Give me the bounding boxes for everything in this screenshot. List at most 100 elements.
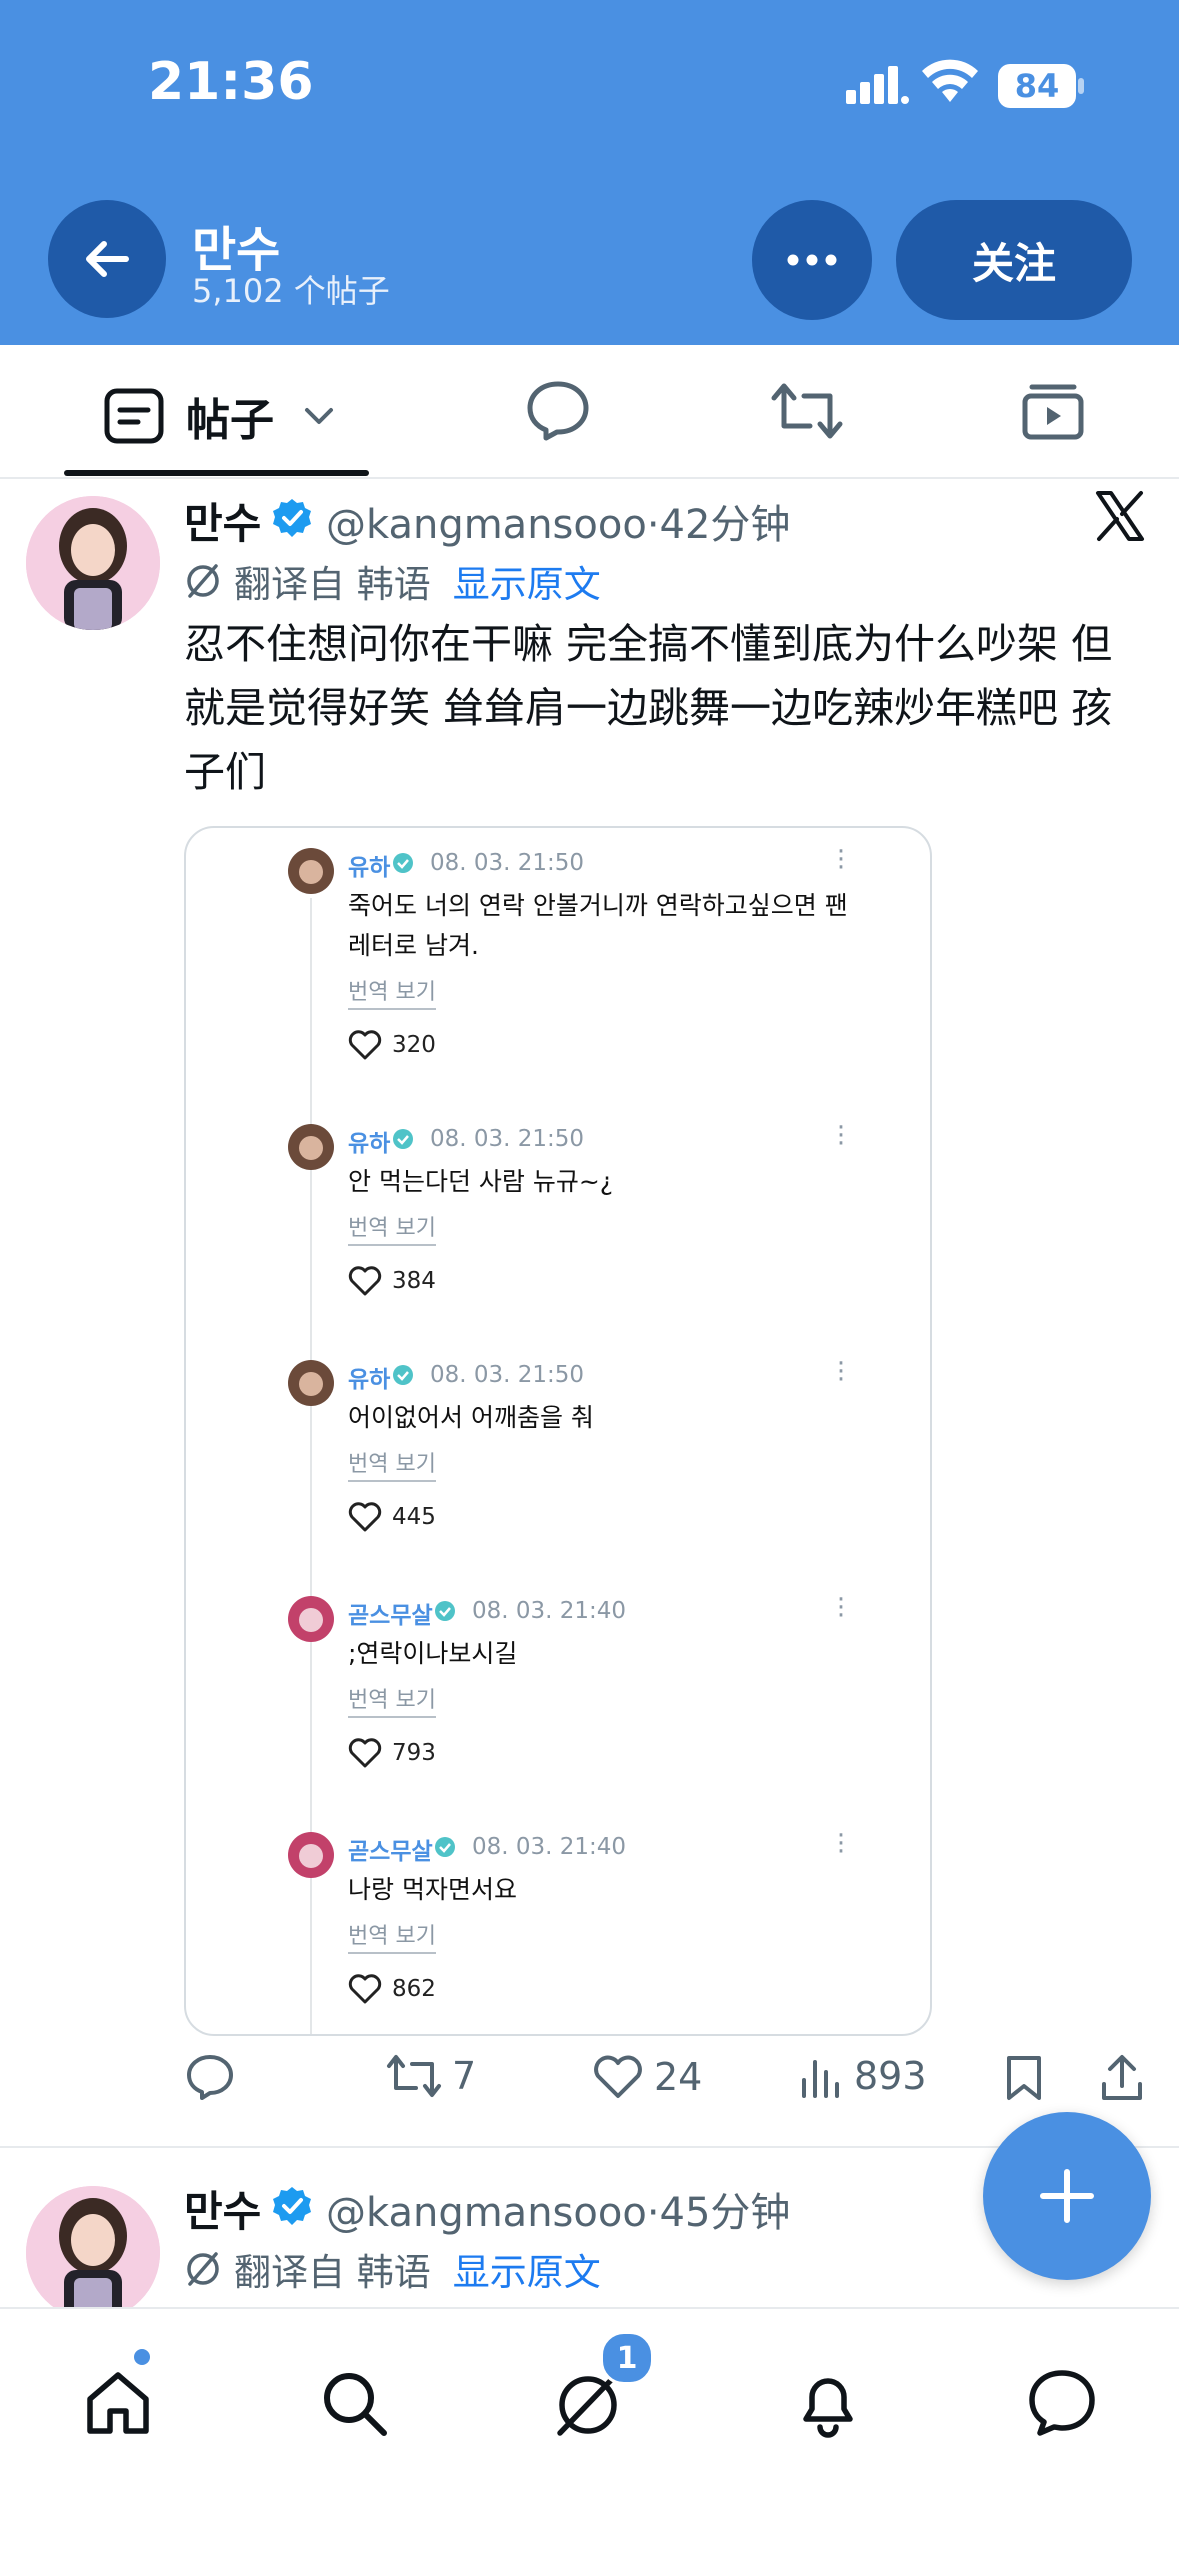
show-original-link[interactable]: 显示原文 — [453, 554, 601, 608]
post-handle: @kangmansooo — [326, 2190, 647, 2236]
more-options-button[interactable] — [752, 200, 872, 320]
share-button[interactable] — [1100, 2054, 1154, 2102]
reply-button[interactable] — [186, 2054, 244, 2100]
post-handle: @kangmansooo — [326, 502, 647, 548]
verified-check-icon — [393, 853, 413, 873]
views-chart-icon — [802, 2060, 839, 2098]
views-button[interactable]: 893 — [800, 2054, 927, 2098]
translation-row: 翻译自 韩语 显示原文 — [184, 554, 601, 608]
battery-icon: 84 — [998, 64, 1076, 108]
tab-posts-label: 帖子 — [186, 395, 274, 446]
avatar-image — [26, 496, 160, 630]
comment-text: 나랑 먹자면서요 — [348, 1875, 517, 1904]
comment-avatar — [288, 848, 334, 894]
post-time: ·45分钟 — [646, 2190, 791, 2236]
comment-item: 유하 08. 03. 21:50 · · · 어이없어서 어깨춤을 춰 번역 보기 … — [186, 1340, 930, 1570]
post-author-name[interactable]: 만수 — [184, 490, 261, 551]
battery-level: 84 — [1014, 67, 1060, 105]
follow-button[interactable]: 关注 — [896, 200, 1132, 320]
comment-username: 곧스무살 — [348, 1603, 433, 1629]
comment-translate-link: 번역 보기 — [348, 1918, 436, 1954]
avatar-image — [26, 2186, 160, 2320]
post-handle-time[interactable]: @kangmansooo·42分钟 — [326, 492, 790, 550]
repost-icon — [387, 2055, 441, 2097]
comment-item: 유하 08. 03. 21:50 · · · 안 먹는다던 사람 뉴규~¿ 번역 보… — [186, 1104, 930, 1334]
verified-badge-icon — [273, 2187, 311, 2225]
comment-like-count: 384 — [392, 1268, 436, 1294]
comment-translate-link: 번역 보기 — [348, 1446, 436, 1482]
heart-icon — [348, 1030, 382, 1060]
cellular-signal-icon — [846, 66, 909, 104]
comment-avatar — [288, 1124, 334, 1170]
plus-icon — [1040, 2169, 1094, 2223]
tab-reposts-icon[interactable] — [770, 382, 844, 440]
tab-media-icon[interactable] — [1022, 382, 1084, 440]
bookmark-button[interactable] — [1004, 2054, 1054, 2102]
share-icon — [1102, 2055, 1142, 2100]
verified-check-icon — [435, 1601, 455, 1621]
comment-username: 유하 — [348, 1131, 391, 1157]
post-author-name[interactable]: 만수 — [184, 2178, 261, 2239]
post-time: ·42分钟 — [646, 502, 791, 548]
comment-like-count: 320 — [392, 1032, 436, 1058]
comment-text: 어이없어서 어깨춤을 춰 — [348, 1403, 594, 1432]
bottom-navigation: 1 — [0, 2307, 1179, 2558]
comment-avatar — [288, 1360, 334, 1406]
search-icon[interactable] — [318, 2367, 390, 2439]
chat-icon[interactable] — [1026, 2367, 1098, 2439]
avatar[interactable] — [26, 2186, 160, 2320]
battery-tip — [1078, 78, 1084, 94]
comment-date: 08. 03. 21:50 — [430, 850, 585, 876]
translated-from-label: 翻译自 韩语 — [234, 2251, 431, 2294]
heart-icon — [348, 1974, 382, 2004]
verified-badge-icon — [273, 499, 311, 537]
comment-more-icon: · · · — [836, 1113, 846, 1159]
comment-like-count: 445 — [392, 1504, 436, 1530]
x-logo-icon — [1096, 491, 1144, 541]
translation-row: 翻译自 韩语 显示原文 — [184, 2242, 601, 2296]
comment-translate-link: 번역 보기 — [348, 1210, 436, 1246]
comment-text: ;연락이나보시길 — [348, 1639, 518, 1668]
back-button[interactable] — [48, 200, 166, 318]
ellipsis-icon — [787, 254, 837, 266]
show-original-link[interactable]: 显示原文 — [453, 2242, 601, 2296]
wifi-icon — [922, 59, 978, 102]
like-count: 24 — [654, 2055, 703, 2099]
tab-posts[interactable]: 帖子 — [104, 384, 334, 448]
home-icon[interactable] — [82, 2367, 154, 2439]
repost-button[interactable]: 7 — [386, 2054, 476, 2098]
comment-more-icon: · · · — [836, 1821, 846, 1867]
comment-like-count: 793 — [392, 1740, 436, 1766]
status-time: 21:36 — [148, 52, 314, 112]
translate-icon — [187, 564, 219, 598]
like-button[interactable]: 24 — [592, 2054, 702, 2100]
comment-date: 08. 03. 21:50 — [430, 1126, 585, 1152]
messages-badge: 1 — [600, 2331, 654, 2385]
repost-count: 7 — [452, 2054, 477, 2098]
bookmark-icon — [1007, 2056, 1041, 2100]
tab-replies-icon[interactable] — [526, 380, 590, 442]
translate-icon — [187, 2252, 219, 2286]
post-text: 忍不住想问你在干嘛 完全搞不懂到底为什么吵架 但就是觉得好笑 耸耸肩一边跳舞一边… — [184, 620, 1113, 796]
tab-active-indicator — [64, 470, 369, 476]
comment-text: 안 먹는다던 사람 뉴규~¿ — [348, 1167, 614, 1196]
post-handle-time[interactable]: @kangmansooo·45分钟 — [326, 2180, 790, 2238]
heart-icon — [594, 2055, 642, 2098]
verified-check-icon — [435, 1837, 455, 1857]
verified-check-icon — [393, 1129, 413, 1149]
home-notification-dot — [134, 2349, 150, 2365]
post-media-image[interactable]: 유하 08. 03. 21:50 · · · 죽어도 너의 연락 안볼거니까 연락하… — [184, 826, 932, 2036]
comment-date: 08. 03. 21:40 — [472, 1598, 627, 1624]
chevron-down-icon — [305, 408, 333, 424]
notifications-bell-icon[interactable] — [792, 2367, 864, 2439]
translated-from-label: 翻译自 韩语 — [234, 563, 431, 606]
comment-date: 08. 03. 21:50 — [430, 1362, 585, 1388]
comment-item: 곧스무살 08. 03. 21:40 · · · ;연락이나보시길 번역 보기 79… — [186, 1576, 930, 1806]
post-actions: 7 24 893 — [0, 2054, 1179, 2124]
comment-translate-link: 번역 보기 — [348, 974, 436, 1010]
avatar[interactable] — [26, 496, 160, 630]
comment-item: 유하 08. 03. 21:50 · · · 죽어도 너의 연락 안볼거니까 연락하… — [186, 828, 930, 1060]
compose-post-button[interactable] — [983, 2112, 1151, 2280]
view-count: 893 — [854, 2054, 927, 2098]
comment-item: 곧스무살 08. 03. 21:40 · · · 나랑 먹자면서요 번역 보기 86… — [186, 1812, 930, 2034]
